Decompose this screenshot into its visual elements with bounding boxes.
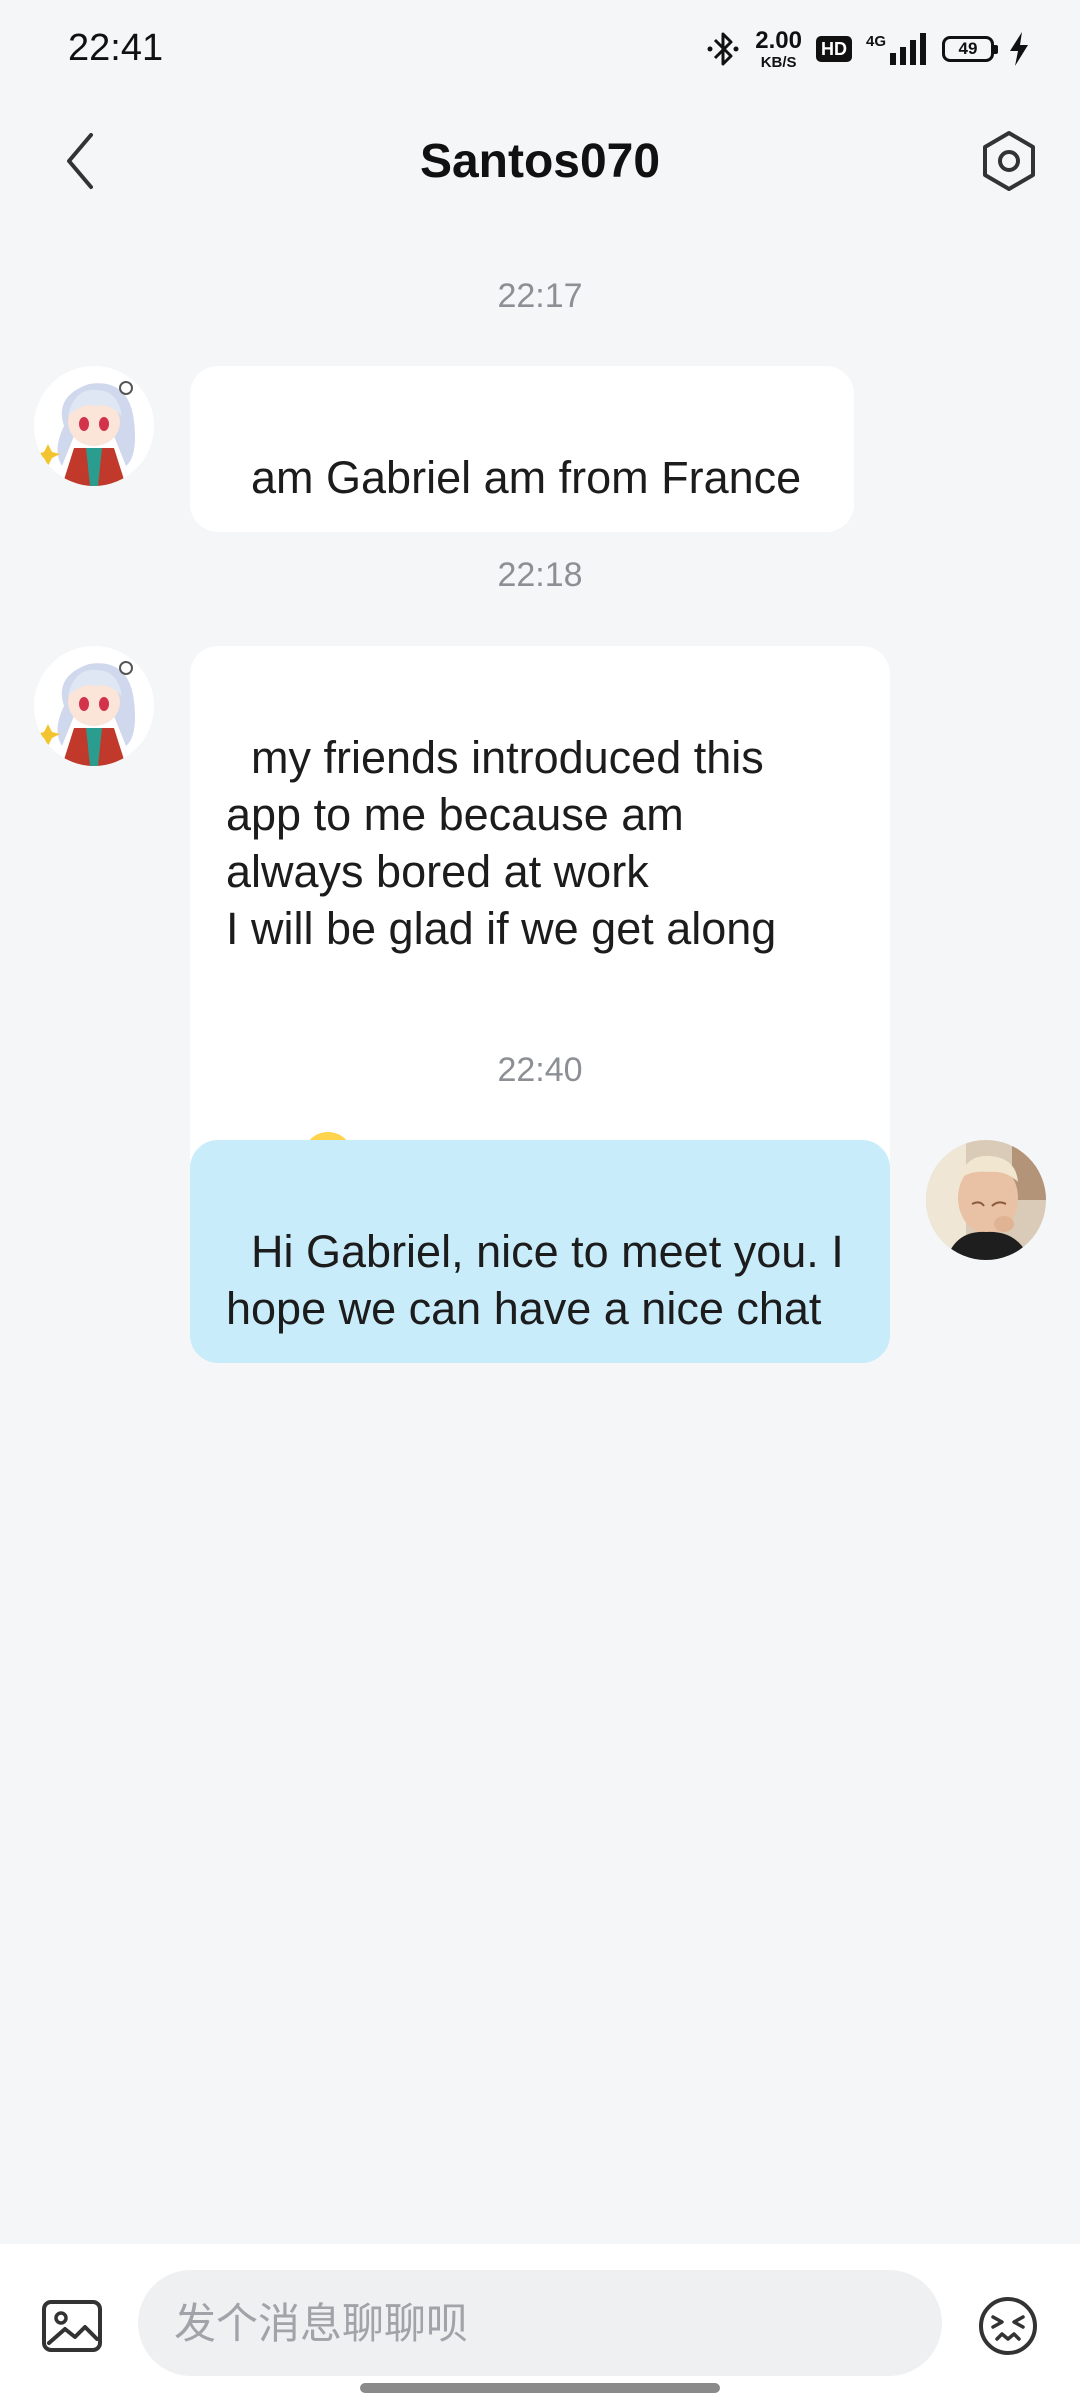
anime-girl-avatar <box>34 646 154 766</box>
emoji-button[interactable] <box>970 2288 1046 2364</box>
charging-icon <box>1008 32 1030 66</box>
bluetooth-icon <box>707 30 741 68</box>
chat-title: Santos070 <box>419 135 661 188</box>
user-avatar[interactable] <box>926 1140 1046 1260</box>
message-bubble-incoming[interactable]: am Gabriel am from France <box>190 366 854 532</box>
image-icon <box>42 2300 102 2352</box>
status-time: 22:41 <box>68 27 164 69</box>
message-timestamp: 22:18 <box>497 556 583 594</box>
hexagon-settings-icon <box>983 131 1035 191</box>
contact-avatar[interactable] <box>34 366 154 486</box>
contact-avatar[interactable] <box>34 646 154 766</box>
signal-icon: 4G <box>866 33 928 65</box>
emoji-face-icon <box>979 2297 1037 2355</box>
network-speed-value: 2.00 <box>755 26 802 54</box>
message-input-bar <box>0 2244 1080 2400</box>
message-timestamp: 22:17 <box>497 277 583 315</box>
chat-header: Santos070 <box>0 96 1080 226</box>
battery-level: 49 <box>958 39 978 58</box>
message-bubble-outgoing[interactable]: Hi Gabriel, nice to meet you. I hope we … <box>190 1140 890 1363</box>
home-indicator[interactable] <box>360 2383 720 2393</box>
image-button[interactable] <box>36 2290 108 2362</box>
message-text: my friends introduced this app to me bec… <box>226 732 777 954</box>
status-icons: 2.00 KB/S HD 4G 49 <box>707 26 1030 72</box>
message-input[interactable] <box>138 2270 942 2376</box>
battery-icon: 49 <box>942 36 998 62</box>
network-type-label: 4G <box>865 33 886 50</box>
status-bar: 22:41 2.00 KB/S HD 4G 49 <box>0 0 1080 96</box>
hd-badge: HD <box>815 36 852 62</box>
message-timestamp: 22:40 <box>497 1051 583 1089</box>
network-speed-unit: KB/S <box>760 53 797 71</box>
user-photo-avatar <box>926 1140 1046 1260</box>
message-text: Hi Gabriel, nice to meet you. I hope we … <box>226 1226 844 1334</box>
settings-button[interactable] <box>974 126 1044 196</box>
message-text: am Gabriel am from France <box>251 452 802 503</box>
anime-girl-avatar <box>34 366 154 486</box>
network-speed: 2.00 KB/S <box>755 26 802 71</box>
